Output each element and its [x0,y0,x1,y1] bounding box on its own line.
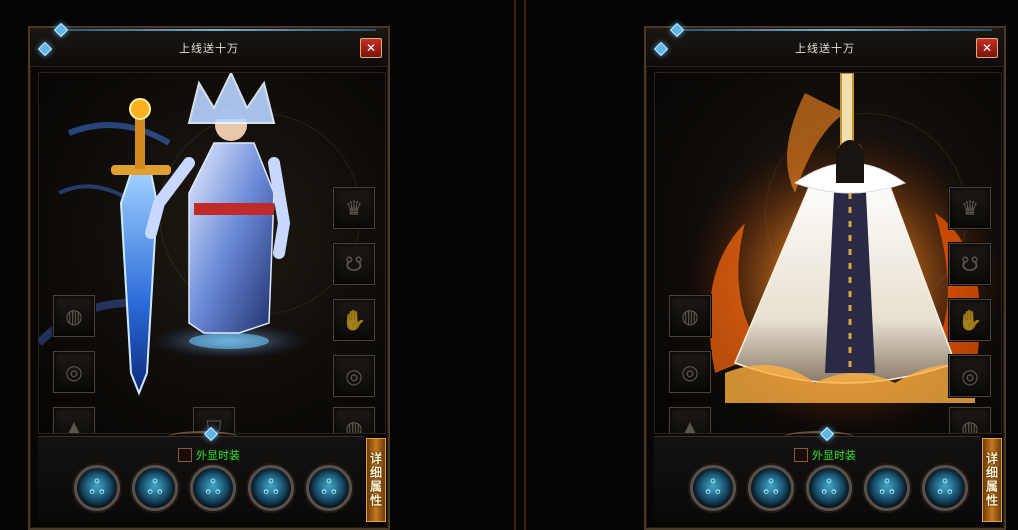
equipment-panel-right: 上线送十万 ✕ ◍ ◎ ▲ ♛ ☋ ✋ ◎ ◍ 外显时装 ஃ ஃ ஃ ஃ ஃ 详… [644,22,1006,530]
slot-necklace[interactable]: ☋ [949,243,991,285]
fashion-checkbox[interactable] [794,448,808,462]
fashion-label: 外显时装 [196,449,240,462]
slot-ring-left[interactable]: ◎ [53,351,95,393]
equipment-panel-left: 上线送十万 ✕ ◍ ◎ ▲ ♛ ☋ ✋ ◎ ◍ ⛉ 外显时装 ஃ ஃ ஃ ஃ ஃ… [28,22,390,530]
fashion-checkbox[interactable] [178,448,192,462]
detail-attributes-label: 详细属性 [368,452,383,508]
slot-bracelet-right[interactable]: ◍ [949,407,991,434]
necklace-icon: ☋ [961,252,979,276]
panel-title: 上线送十万 [179,42,239,55]
helmet-icon: ♛ [345,196,363,220]
rune-icon: ஃ [937,474,953,499]
bottom-bar: 外显时装 ஃ ஃ ஃ ஃ ஃ [654,426,980,521]
header-ornament [672,29,992,31]
bracelet-icon: ◍ [681,304,699,328]
detail-attributes-label: 详细属性 [984,452,999,508]
top-gem-icon [53,22,69,38]
rune-icon: ஃ [205,474,221,499]
slot-bracelet-left[interactable]: ◍ [669,295,711,337]
helmet-icon: ♛ [961,196,979,220]
panel-header: 上线送十万 ✕ [30,22,388,67]
boots-icon: ▲ [682,416,698,434]
ring-icon: ◎ [65,360,83,384]
slot-ring-right[interactable]: ◎ [949,355,991,397]
slot-bracelet-left[interactable]: ◍ [53,295,95,337]
slot-boots-left[interactable]: ▲ [669,407,711,434]
detail-attributes-tab[interactable]: 详细属性 [366,438,386,522]
character-stage: ◍ ◎ ▲ ♛ ☋ ✋ ◎ ◍ ⛉ [38,72,386,434]
fashion-label: 外显时装 [812,449,856,462]
rune-icon: ஃ [705,474,721,499]
panel-title: 上线送十万 [795,42,855,55]
orb-slot-4[interactable]: ஃ [248,465,294,511]
ring-icon: ◎ [681,360,699,384]
rune-icon: ஃ [321,474,337,499]
boots-icon: ▲ [66,416,82,434]
detail-attributes-tab[interactable]: 详细属性 [982,438,1002,522]
rune-icon: ஃ [879,474,895,499]
orb-slot-5[interactable]: ஃ [922,465,968,511]
orb-slot-2[interactable]: ஃ [748,465,794,511]
orb-slot-2[interactable]: ஃ [132,465,178,511]
ring-icon: ◎ [961,364,979,388]
orb-slot-1[interactable]: ஃ [74,465,120,511]
top-gem-icon [669,22,685,38]
header-ornament [56,29,376,31]
bracelet-icon: ◍ [345,416,363,434]
rune-icon: ஃ [147,474,163,499]
slot-boots-left[interactable]: ▲ [53,407,95,434]
bar-ornament [168,431,238,443]
orb-slot-3[interactable]: ஃ [190,465,236,511]
rune-icon: ஃ [89,474,105,499]
slot-helmet[interactable]: ♛ [333,187,375,229]
gloves-icon: ✋ [957,308,983,332]
slot-ring-left[interactable]: ◎ [669,351,711,393]
scene-divider-left [514,0,516,530]
gloves-icon: ✋ [341,308,367,332]
slot-helmet[interactable]: ♛ [949,187,991,229]
orb-slot-4[interactable]: ஃ [864,465,910,511]
orb-slot-1[interactable]: ஃ [690,465,736,511]
character-stage: ◍ ◎ ▲ ♛ ☋ ✋ ◎ ◍ [654,72,1002,434]
slot-bracelet-right[interactable]: ◍ [333,407,375,434]
rune-icon: ஃ [821,474,837,499]
orb-slot-3[interactable]: ஃ [806,465,852,511]
panel-header: 上线送十万 ✕ [646,22,1004,67]
orb-slots: ஃ ஃ ஃ ஃ ஃ [74,465,352,511]
bottom-bar: 外显时装 ஃ ஃ ஃ ஃ ஃ [38,426,364,521]
bracelet-icon: ◍ [961,416,979,434]
bracelet-icon: ◍ [65,304,83,328]
fashion-toggle-row: 外显时装 [178,447,240,463]
slot-necklace[interactable]: ☋ [333,243,375,285]
orb-slot-5[interactable]: ஃ [306,465,352,511]
rune-icon: ஃ [763,474,779,499]
scene-divider-right [524,0,526,530]
rune-icon: ஃ [263,474,279,499]
slot-gloves[interactable]: ✋ [333,299,375,341]
fashion-toggle-row: 外显时装 [794,447,856,463]
close-button[interactable]: ✕ [976,38,998,58]
slot-gloves[interactable]: ✋ [949,299,991,341]
bar-ornament [784,431,854,443]
necklace-icon: ☋ [345,252,363,276]
ring-icon: ◎ [345,364,363,388]
close-button[interactable]: ✕ [360,38,382,58]
orb-slots: ஃ ஃ ஃ ஃ ஃ [690,465,968,511]
slot-ring-right[interactable]: ◎ [333,355,375,397]
